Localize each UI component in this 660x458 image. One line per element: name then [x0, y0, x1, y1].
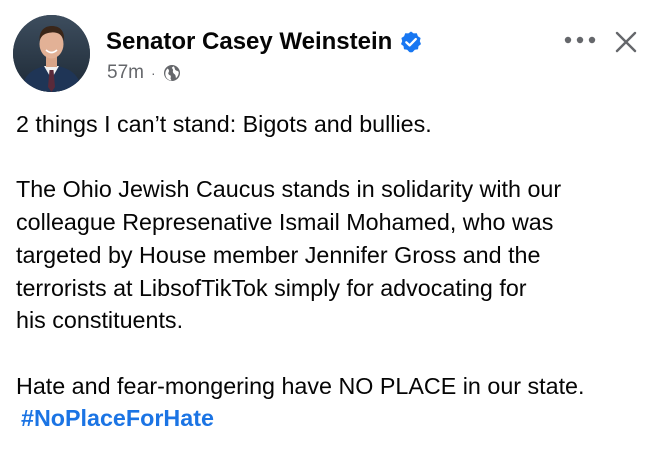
meta-separator: · [150, 65, 156, 81]
author-row: Senator Casey Weinstein [106, 28, 423, 56]
facebook-post: Senator Casey Weinstein 57m · 2 things I… [0, 0, 660, 458]
author-avatar[interactable] [13, 15, 90, 92]
post-paragraph-2-line: The Ohio Jewish Caucus stands in solidar… [16, 176, 562, 203]
profile-photo-icon [13, 15, 90, 92]
post-paragraph-2-line: his constituents. [16, 307, 184, 334]
post-paragraph-2-line: colleague Represenative Ismail Mohamed, … [16, 209, 554, 236]
close-icon [615, 31, 637, 53]
post-timestamp[interactable]: 57m [107, 62, 144, 84]
more-dots-icon [564, 36, 596, 44]
hashtag-line: #NoPlaceForHate [16, 402, 652, 435]
more-options-button[interactable] [563, 28, 597, 52]
post-paragraph-1: 2 things I can’t stand: Bigots and bulli… [16, 111, 432, 137]
close-button[interactable] [612, 28, 640, 56]
globe-icon[interactable] [163, 64, 181, 82]
post-paragraph-2-line: targeted by House member Jennifer Gross … [16, 241, 541, 268]
hashtag-link[interactable]: #NoPlaceForHate [21, 405, 214, 431]
post-meta: 57m · [107, 62, 181, 84]
post-paragraph-3: Hate and fear-mongering have NO PLACE in… [16, 372, 585, 399]
author-name[interactable]: Senator Casey Weinstein [106, 28, 392, 56]
verified-badge-icon [399, 30, 423, 54]
post-paragraph-2-line: terrorists at LibsofTikTok simply for ad… [16, 274, 527, 301]
post-body: 2 things I can’t stand: Bigots and bulli… [16, 108, 652, 435]
